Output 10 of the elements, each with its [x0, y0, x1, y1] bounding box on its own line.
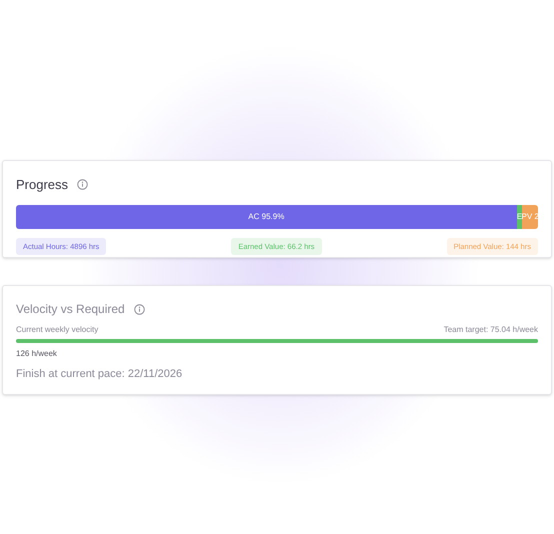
bar-segment: AC 95.9%: [16, 204, 517, 228]
target-caption: Team target: 75.04 h/week: [444, 324, 538, 336]
info-icon: [134, 304, 145, 314]
velocity-caption: Current weekly velocity: [16, 324, 98, 336]
card-title: Velocity vs Required: [16, 301, 125, 318]
card-title: Progress: [16, 176, 68, 194]
velocity-reading: 126 h/week: [16, 348, 58, 360]
info-icon: [77, 179, 88, 190]
bar-segment: E: [516, 204, 522, 228]
finish-date: Finish at current pace: 22/11/2026: [16, 367, 184, 382]
